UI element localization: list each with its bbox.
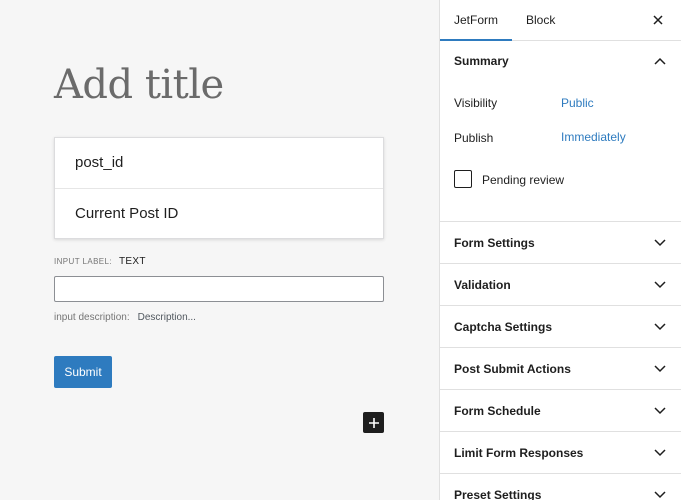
input-label-caption: INPUT LABEL: (54, 257, 113, 266)
chevron-up-icon (653, 54, 667, 68)
post-title[interactable]: Add title (54, 62, 224, 108)
panel-captcha-settings[interactable]: Captcha Settings (440, 306, 681, 348)
close-sidebar-button[interactable] (649, 11, 667, 29)
panel-title: Form Schedule (454, 403, 541, 418)
submit-button[interactable]: Submit (54, 356, 112, 388)
panel-title: Preset Settings (454, 487, 542, 500)
select-options-card: post_id Current Post ID (54, 137, 384, 239)
chevron-down-icon (653, 236, 667, 250)
summary-panel: Summary Visibility Public Publish Immedi… (440, 41, 681, 222)
panel-title: Captcha Settings (454, 319, 553, 334)
panel-validation[interactable]: Validation (440, 264, 681, 306)
panel-title: Validation (454, 277, 511, 292)
add-block-button[interactable] (363, 412, 384, 433)
pending-review-label: Pending review (482, 173, 565, 187)
select-option-post-id[interactable]: post_id (55, 138, 383, 188)
description-input[interactable]: Description... (138, 312, 196, 323)
text-field[interactable] (54, 276, 384, 302)
chevron-down-icon (653, 362, 667, 376)
panel-post-submit-actions[interactable]: Post Submit Actions (440, 348, 681, 390)
input-label-value[interactable]: TEXT (119, 256, 146, 267)
visibility-label: Visibility (454, 96, 498, 110)
chevron-down-icon (653, 488, 667, 500)
chevron-down-icon (653, 278, 667, 292)
plus-icon (368, 417, 379, 428)
publish-label: Publish (454, 131, 494, 145)
summary-panel-header[interactable]: Summary (440, 41, 681, 81)
chevron-down-icon (653, 320, 667, 334)
editor-canvas: Add title post_id Current Post ID INPUT … (0, 0, 439, 500)
panel-title: Limit Form Responses (454, 445, 584, 460)
pending-review-checkbox[interactable] (454, 170, 472, 188)
close-icon (653, 15, 663, 25)
tab-jetform[interactable]: JetForm (440, 0, 513, 41)
chevron-down-icon (653, 404, 667, 418)
panel-form-schedule[interactable]: Form Schedule (440, 390, 681, 432)
panel-title: Post Submit Actions (454, 361, 571, 376)
summary-title: Summary (454, 54, 509, 68)
tab-block[interactable]: Block (512, 0, 569, 40)
panel-limit-form-responses[interactable]: Limit Form Responses (440, 432, 681, 474)
settings-sidebar: JetForm Block Summary Visibility Public … (439, 0, 681, 500)
panel-form-settings[interactable]: Form Settings (440, 222, 681, 264)
description-caption: input description: (54, 312, 130, 323)
panel-preset-settings[interactable]: Preset Settings (440, 474, 681, 500)
input-label-row: INPUT LABEL: TEXT (54, 256, 146, 267)
select-option-current-post-id[interactable]: Current Post ID (55, 188, 383, 239)
panel-title: Form Settings (454, 235, 535, 250)
publish-value[interactable]: Immediately (561, 130, 626, 144)
sidebar-tabs: JetForm Block (440, 0, 681, 41)
input-description-row: input description: Description... (54, 312, 196, 323)
visibility-value[interactable]: Public (561, 96, 594, 110)
chevron-down-icon (653, 446, 667, 460)
